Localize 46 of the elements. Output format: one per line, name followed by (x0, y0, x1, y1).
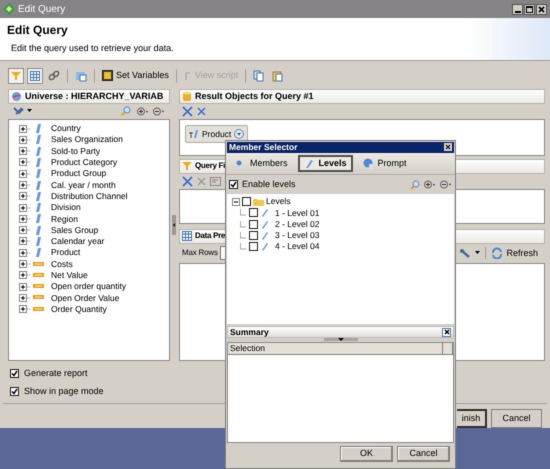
dialog-button[interactable]: Cancel (397, 446, 450, 462)
panel-title: Query Fi (195, 160, 226, 172)
panel-title: Universe : HIERARCHY_VARIAB (25, 90, 164, 103)
tree-item[interactable]: Open Order Value (51, 292, 120, 304)
tree-item[interactable]: Product (51, 246, 80, 260)
tree-item[interactable]: Cal. year / month (51, 178, 116, 192)
tab[interactable]: Levels (298, 155, 353, 172)
tree-item[interactable]: Region (51, 212, 78, 226)
dialog-button[interactable]: OK (340, 446, 393, 462)
tree-item[interactable]: Country (51, 122, 81, 135)
tree-item[interactable]: 1 - Level 01 (275, 206, 320, 220)
result-object-chip[interactable]: Product (185, 124, 248, 143)
dialog-title: Member Selector (229, 142, 298, 152)
tree-item[interactable]: Sales Organization (51, 133, 123, 146)
tree-item[interactable]: Net Value (51, 269, 88, 282)
tree-item[interactable]: Open order quantity (51, 280, 126, 294)
tab[interactable]: Members (229, 155, 294, 172)
tree-item[interactable]: Division (51, 201, 81, 214)
set-variables-button[interactable]: Set Variables (100, 68, 171, 84)
tree-item[interactable]: 3 - Level 03 (275, 229, 320, 242)
dialog-button[interactable]: inish (457, 409, 487, 428)
tree-item[interactable]: Distribution Channel (51, 190, 128, 203)
tree-item[interactable]: 4 - Level 04 (275, 240, 320, 254)
tree-item[interactable]: Product Category (51, 156, 118, 169)
summary-title: Summary (230, 327, 269, 338)
tree-item[interactable]: Sold-to Party (51, 144, 100, 158)
tab[interactable]: Prompt (356, 155, 413, 172)
tree-item[interactable]: Product Group (51, 167, 106, 180)
window-title: Edit Query (18, 2, 66, 16)
tree-item[interactable]: Costs (51, 258, 73, 270)
tree-item[interactable]: Sales Group (51, 224, 98, 237)
panel-title: Data Pre (195, 230, 226, 242)
max-rows-label: Max Rows (182, 247, 218, 260)
option-checkbox[interactable]: Generate report (10, 367, 88, 380)
refresh-button[interactable]: Refresh (491, 246, 542, 260)
dialog-button[interactable]: Cancel (491, 409, 542, 428)
option-checkbox[interactable]: Show in page mode (10, 384, 104, 398)
tree-item[interactable]: Calendar year (51, 235, 104, 248)
result-object-label: Product (202, 128, 232, 140)
tree-item[interactable]: Order Quantity (51, 302, 107, 316)
tree-item[interactable]: Levels (266, 195, 291, 208)
panel-title: Result Objects for Query #1 (195, 90, 314, 103)
tree-item[interactable]: 2 - Level 02 (275, 218, 320, 231)
page-subtitle: Edit the query used to retrieve your data. (11, 42, 175, 55)
page-title: Edit Query (7, 22, 69, 39)
enable-levels-checkbox[interactable]: Enable levels (229, 178, 296, 192)
